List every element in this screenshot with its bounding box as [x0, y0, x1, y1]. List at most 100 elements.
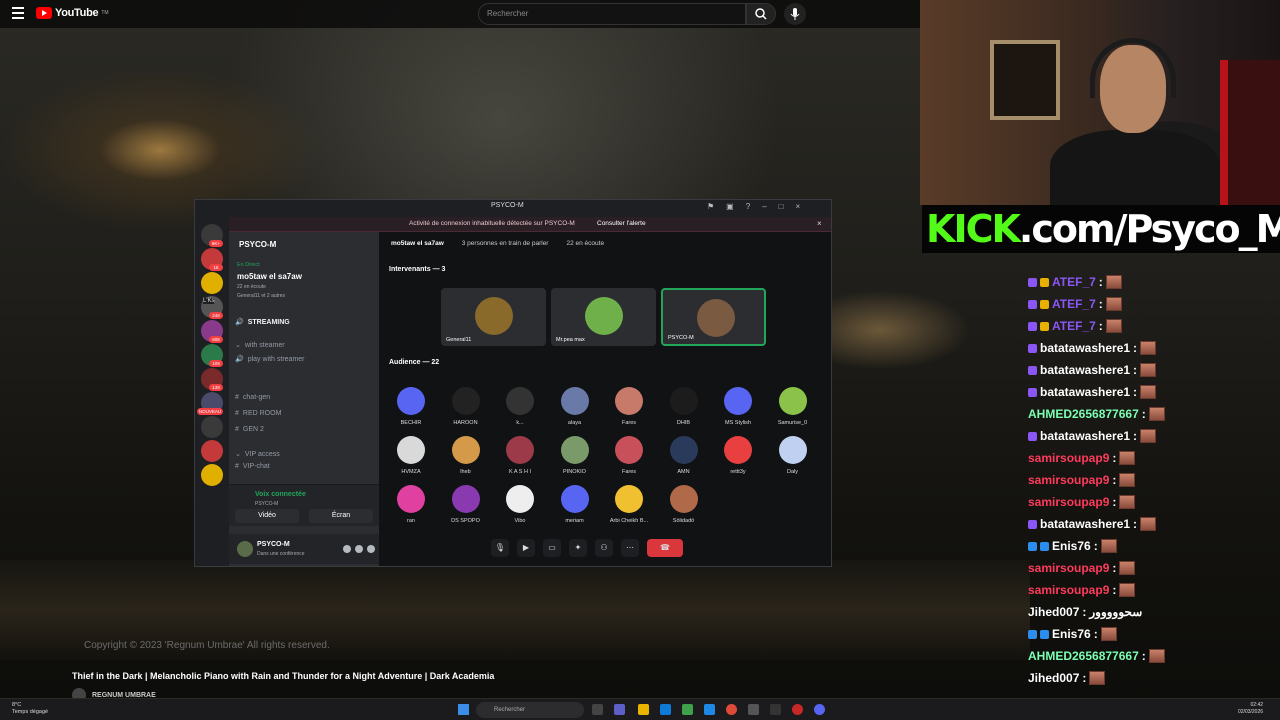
youtube-logo[interactable]: YouTube TM — [36, 7, 109, 19]
audience-member[interactable]: rettt3y — [708, 436, 768, 482]
chat-username[interactable]: Jihed007 — [1028, 605, 1079, 619]
alert-link[interactable]: Consulter l'alerte — [597, 220, 646, 227]
audience-member[interactable]: Daly — [763, 436, 823, 482]
app-icon-4[interactable] — [792, 704, 803, 715]
edge-icon[interactable] — [660, 704, 671, 715]
chat-username[interactable]: Jihed007 — [1028, 671, 1079, 685]
audience-member[interactable]: BECHIR — [381, 387, 441, 433]
chat-username[interactable]: samirsoupap9 — [1028, 583, 1109, 597]
server-icon[interactable] — [201, 416, 223, 438]
chat-username[interactable]: samirsoupap9 — [1028, 495, 1109, 509]
audience-member[interactable]: alaya — [545, 387, 605, 433]
guild-name[interactable]: PSYCO-M — [239, 240, 276, 249]
store-icon[interactable] — [682, 704, 693, 715]
user-avatar[interactable] — [237, 541, 253, 557]
share-screen-icon[interactable]: ▭ — [543, 539, 561, 557]
audience-member[interactable]: meriam — [545, 485, 605, 531]
chat-username[interactable]: samirsoupap9 — [1028, 473, 1109, 487]
chrome-icon[interactable] — [726, 704, 737, 715]
camera-toggle-icon[interactable]: ▶ — [517, 539, 535, 557]
stage-event-title[interactable]: mo5taw el sa7aw — [237, 272, 302, 281]
speaker-tile[interactable]: PSYCO-M — [661, 288, 766, 346]
server-icon[interactable] — [201, 440, 223, 462]
taskbar-search[interactable]: Rechercher — [476, 702, 584, 718]
chat-username[interactable]: batatawashere1 — [1040, 363, 1130, 377]
clock[interactable]: 02:42 02/03/2026 — [1238, 702, 1263, 716]
alert-close-icon[interactable]: × — [817, 219, 822, 228]
speaker-tile[interactable]: Mr.pea max — [551, 288, 656, 346]
chat-username[interactable]: Enis76 — [1052, 539, 1091, 553]
server-icon[interactable] — [201, 464, 223, 486]
audience-member[interactable]: AMN — [654, 436, 714, 482]
more-options-icon[interactable]: ⋯ — [621, 539, 639, 557]
audience-member[interactable]: MS Stylish — [708, 387, 768, 433]
audience-member[interactable]: Fares — [599, 436, 659, 482]
chat-username[interactable]: Enis76 — [1052, 627, 1091, 641]
file-explorer-icon[interactable] — [638, 704, 649, 715]
chat-username[interactable]: batatawashere1 — [1040, 517, 1130, 531]
invite-icon[interactable]: ⚇ — [595, 539, 613, 557]
discord-taskbar-icon[interactable] — [814, 704, 825, 715]
audience-member[interactable]: PINOKIO — [545, 436, 605, 482]
audience-member[interactable]: Sölidadö — [654, 485, 714, 531]
speaker-tile[interactable]: General11 — [441, 288, 546, 346]
audience-member[interactable]: Vibo — [490, 485, 550, 531]
microphone-toggle-icon[interactable]: 🎙 — [491, 539, 509, 557]
channel-category[interactable]: ⌄ with steamer — [235, 339, 375, 351]
close-icon[interactable]: × — [795, 202, 800, 211]
audience-member[interactable]: lheb — [436, 436, 496, 482]
minimize-icon[interactable]: – — [762, 202, 766, 211]
channel-text[interactable]: # VIP-chat — [235, 460, 375, 472]
voice-search-button[interactable] — [784, 3, 806, 25]
channel-voice[interactable]: 🔊 STREAMING — [235, 316, 375, 328]
channel-voice[interactable]: 🔊 play with streamer — [235, 353, 375, 365]
app-icon[interactable] — [704, 704, 715, 715]
chat-username[interactable]: ATEF_7 — [1052, 275, 1096, 289]
mute-icon[interactable] — [343, 545, 351, 553]
audience-member[interactable]: DS SPOPO — [436, 485, 496, 531]
audience-member[interactable]: HAROON — [436, 387, 496, 433]
app-icon-3[interactable] — [770, 704, 781, 715]
audience-member[interactable]: ran — [381, 485, 441, 531]
audience-member[interactable]: Samurise_0 — [763, 387, 823, 433]
hamburger-menu-icon[interactable] — [12, 7, 24, 21]
help-icon[interactable]: ? — [746, 202, 750, 211]
speakers-header[interactable]: Intervenants — 3 — [389, 266, 445, 273]
channel-text[interactable]: # chat-gen — [235, 391, 375, 403]
channel-text[interactable]: # GEN 2 — [235, 423, 375, 435]
channel-category[interactable]: ⌄ VIP access — [235, 448, 375, 460]
audience-member[interactable]: DHIB — [654, 387, 714, 433]
chat-username[interactable]: samirsoupap9 — [1028, 561, 1109, 575]
chat-username[interactable]: AHMED2656877667 — [1028, 407, 1139, 421]
chat-username[interactable]: batatawashere1 — [1040, 341, 1130, 355]
chat-username[interactable]: ATEF_7 — [1052, 319, 1096, 333]
audience-member[interactable]: k... — [490, 387, 550, 433]
audience-member[interactable]: HVMZA — [381, 436, 441, 482]
chat-username[interactable]: samirsoupap9 — [1028, 451, 1109, 465]
weather-widget[interactable]: 8°C Temps dégagé — [12, 702, 48, 716]
app-icon-2[interactable] — [748, 704, 759, 715]
task-view-icon[interactable] — [592, 704, 603, 715]
audience-member[interactable]: Arbi Cheikh B... — [599, 485, 659, 531]
chat-username[interactable]: batatawashere1 — [1040, 385, 1130, 399]
chat-username[interactable]: batatawashere1 — [1040, 429, 1130, 443]
screen-share-button[interactable]: Écran — [309, 509, 373, 523]
maximize-icon[interactable]: □ — [779, 202, 784, 211]
activity-icon[interactable]: ✦ — [569, 539, 587, 557]
audience-header[interactable]: Audience — 22 — [389, 359, 439, 366]
search-input[interactable]: Rechercher — [478, 3, 746, 25]
chat-username[interactable]: ATEF_7 — [1052, 297, 1096, 311]
settings-gear-icon[interactable] — [367, 545, 375, 553]
audience-member[interactable]: Fares — [599, 387, 659, 433]
deafen-icon[interactable] — [355, 545, 363, 553]
teams-icon[interactable] — [614, 704, 625, 715]
leave-call-button[interactable]: ☎ — [647, 539, 683, 557]
search-button[interactable] — [746, 3, 776, 25]
windows-start-icon[interactable] — [458, 704, 469, 715]
server-label[interactable]: L'Ks — [203, 298, 215, 304]
server-icon[interactable] — [201, 272, 223, 294]
audience-member[interactable]: K A S H I — [490, 436, 550, 482]
flag-icon[interactable]: ⚑ — [707, 202, 714, 211]
channel-text[interactable]: # RED ROOM — [235, 407, 375, 419]
chat-username[interactable]: AHMED2656877667 — [1028, 649, 1139, 663]
